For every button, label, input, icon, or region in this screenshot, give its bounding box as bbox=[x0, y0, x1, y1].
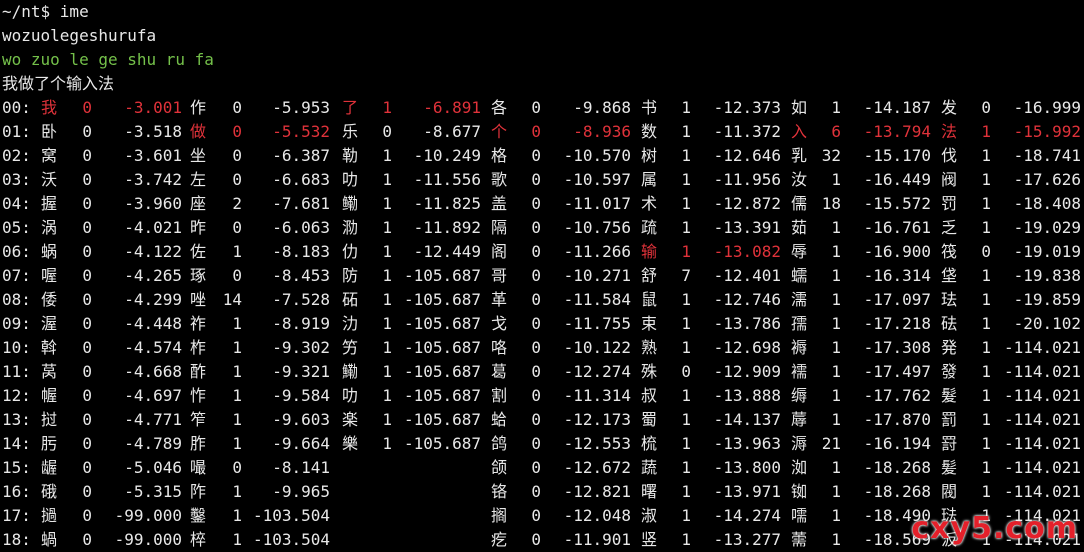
candidate-score: -18.408 bbox=[1013, 194, 1081, 213]
candidate-score: -18.741 bbox=[1013, 146, 1081, 165]
candidate-score: -103.504 bbox=[252, 530, 330, 549]
prompt-line: ~/nt$ ime bbox=[2, 2, 89, 21]
result-sentence: 我做了个输入法 bbox=[2, 74, 115, 93]
candidate-score: -114.021 bbox=[1003, 386, 1081, 405]
terminal-window[interactable]: ~/nt$ ime wozuolegeshurufa wo zuo le ge … bbox=[0, 0, 1084, 550]
candidate-score: -8.141 bbox=[272, 458, 330, 477]
candidate-score: -20.102 bbox=[1013, 314, 1081, 333]
candidate-score: -114.021 bbox=[1003, 362, 1081, 381]
candidate-score: -19.029 bbox=[1013, 218, 1081, 237]
candidate-score: -114.021 bbox=[1003, 410, 1081, 429]
pinyin-segmentation: wo zuo le ge shu ru fa bbox=[2, 50, 214, 69]
candidate-score: -17.626 bbox=[1013, 170, 1081, 189]
candidate-score: -9.965 bbox=[272, 482, 330, 501]
candidate-score: -114.021 bbox=[1003, 434, 1081, 453]
candidate-score: -114.021 bbox=[1003, 338, 1081, 357]
candidate-score: -19.019 bbox=[1013, 242, 1081, 261]
watermark: cxy5.com bbox=[911, 511, 1078, 546]
pinyin-input: wozuolegeshurufa bbox=[2, 26, 157, 45]
candidate-score: -103.504 bbox=[252, 506, 330, 525]
candidate-score: -114.021 bbox=[1003, 482, 1081, 501]
candidate-score: -114.021 bbox=[1003, 458, 1081, 477]
candidate-score: -19.859 bbox=[1013, 290, 1081, 309]
candidate-score: -15.992 bbox=[1013, 122, 1081, 141]
candidate-score: -19.838 bbox=[1013, 266, 1081, 285]
candidate-score: -16.999 bbox=[1013, 98, 1081, 117]
